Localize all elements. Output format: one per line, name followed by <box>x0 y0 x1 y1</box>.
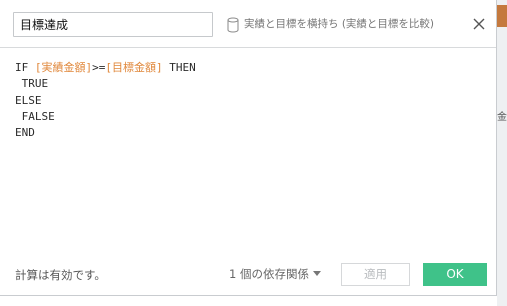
close-icon[interactable] <box>470 15 488 33</box>
formula-editor[interactable]: IF [実績金額]>=[目標金額] THEN TRUE ELSE FALSE END <box>15 60 485 141</box>
formula-keyword-token: FALSE <box>15 109 55 123</box>
background-header-swatch <box>497 5 507 27</box>
formula-field-token: [実績金額] <box>34 61 93 74</box>
formula-keyword-token: >= <box>92 61 106 74</box>
formula-keyword-token: END <box>15 126 35 140</box>
dependencies-label: 1 個の依存関係 <box>229 267 309 281</box>
formula-keyword-token: THEN <box>162 61 196 74</box>
validation-status: 計算は有効です。 <box>15 268 106 282</box>
formula-field-token: [目標金額] <box>105 61 163 74</box>
datasource-label: 実績と目標を横持ち (実績と目標を比較) <box>244 18 435 30</box>
header-divider <box>0 47 496 48</box>
ok-button[interactable]: OK <box>423 263 487 286</box>
database-icon <box>227 17 239 33</box>
formula-line: END <box>15 125 485 141</box>
calculation-editor-dialog: 実績と目標を横持ち (実績と目標を比較) IF [実績金額]>=[目標金額] T… <box>0 0 497 296</box>
calculation-name-input[interactable] <box>13 12 213 37</box>
formula-line: FALSE <box>15 109 485 125</box>
formula-keyword-token: IF <box>15 61 35 74</box>
formula-keyword-token: TRUE <box>15 77 49 91</box>
chevron-down-icon <box>312 271 321 276</box>
formula-line: ELSE <box>15 93 485 109</box>
background-panel <box>497 0 507 306</box>
background-partial-label: 金額 <box>497 112 507 123</box>
dependencies-dropdown[interactable]: 1 個の依存関係 <box>229 266 321 282</box>
formula-keyword-token: ELSE <box>15 93 42 107</box>
apply-button[interactable]: 適用 <box>341 263 410 286</box>
formula-line: TRUE <box>15 76 485 92</box>
formula-line: IF [実績金額]>=[目標金額] THEN <box>15 60 485 76</box>
